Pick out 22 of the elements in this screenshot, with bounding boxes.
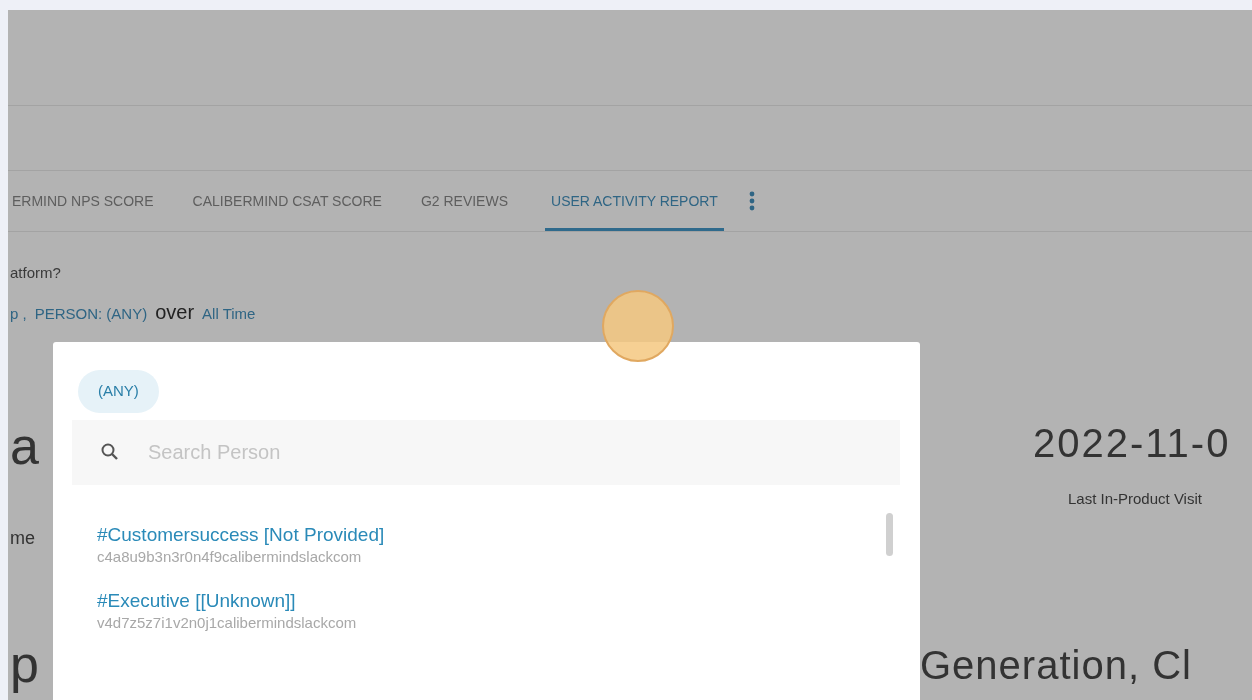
- tab[interactable]: ERMIND NPS SCORE: [10, 171, 156, 231]
- person-option[interactable]: #Executive [[Unknown]]: [97, 588, 920, 613]
- scrollbar[interactable]: [886, 512, 893, 556]
- page-heading: a: [10, 420, 39, 472]
- stat-label: Last In-Product Visit: [1068, 489, 1202, 509]
- question-text: atform?: [10, 264, 61, 281]
- person-option[interactable]: #Customersuccess [Not Provided]: [97, 522, 920, 547]
- tab[interactable]: USER ACTIVITY REPORT: [545, 171, 724, 231]
- more-icon[interactable]: [748, 190, 755, 212]
- segment-filter-link[interactable]: p ,: [10, 302, 27, 325]
- field-label: me: [10, 527, 35, 550]
- section-heading: Generation, Cl: [920, 645, 1192, 685]
- person-email: c4a8u9b3n3r0n4f9calibermindslackcom: [97, 546, 363, 567]
- search-icon: [100, 441, 120, 462]
- person-email: v4d7z5z7i1v2n0j1calibermindslackcom: [97, 612, 358, 633]
- stat-value: 2022-11-0: [1033, 423, 1231, 463]
- selected-chip[interactable]: (ANY): [78, 370, 159, 413]
- connector-text: over: [155, 299, 195, 325]
- time-range-link[interactable]: All Time: [202, 302, 256, 325]
- tab[interactable]: CALIBERMIND CSAT SCORE: [190, 171, 384, 231]
- person-filter-link[interactable]: PERSON: (ANY): [34, 302, 148, 325]
- tab[interactable]: G2 REVIEWS: [418, 171, 510, 231]
